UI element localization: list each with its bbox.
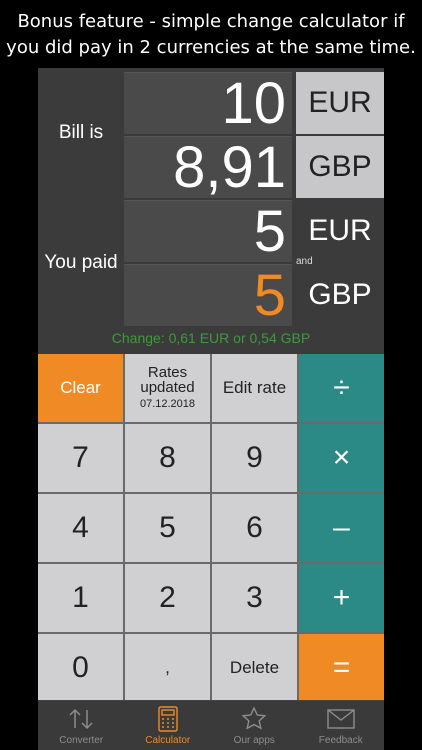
calculator-display: Bill is You paid 10 EUR 8,91 GBP 5 EUR a… (38, 68, 384, 354)
star-icon (241, 706, 267, 732)
key-2[interactable]: 2 (125, 564, 210, 632)
app-screen: Bill is You paid 10 EUR 8,91 GBP 5 EUR a… (38, 68, 384, 750)
key-4[interactable]: 4 (38, 494, 123, 562)
key-0[interactable]: 0 (38, 634, 123, 702)
paid-gbp-currency[interactable]: GBP (296, 264, 384, 326)
tab-feedback[interactable]: Feedback (298, 701, 385, 750)
key-1[interactable]: 1 (38, 564, 123, 632)
plus-button[interactable]: + (299, 564, 384, 632)
bill-gbp-value[interactable]: 8,91 (124, 136, 292, 199)
rates-date: 07.12.2018 (139, 397, 196, 410)
clear-button[interactable]: Clear (38, 354, 123, 422)
keypad: Clear Rates updated 07.12.2018 Edit rate… (38, 354, 384, 702)
tab-calculator-label: Calculator (145, 735, 191, 746)
delete-button[interactable]: Delete (212, 634, 297, 702)
bill-eur-value[interactable]: 10 (124, 72, 292, 135)
key-6[interactable]: 6 (212, 494, 297, 562)
divide-button[interactable]: ÷ (299, 354, 384, 422)
bill-gbp-currency[interactable]: GBP (296, 136, 384, 198)
calculator-icon (158, 706, 178, 732)
equals-button[interactable]: = (299, 634, 384, 702)
promo-caption: Bonus feature - simple change calculator… (6, 11, 416, 58)
rates-updated-button[interactable]: Rates updated 07.12.2018 (125, 354, 210, 422)
comma-button[interactable]: , (125, 634, 210, 702)
key-5[interactable]: 5 (125, 494, 210, 562)
arrows-updown-icon (66, 706, 96, 732)
tab-bar: Converter Calculator Our apps Feedback (38, 700, 384, 750)
edit-rate-button[interactable]: Edit rate (212, 354, 297, 422)
tab-calculator[interactable]: Calculator (125, 701, 212, 750)
tab-our-apps[interactable]: Our apps (211, 701, 298, 750)
paid-gbp-value[interactable]: 5 (124, 264, 292, 327)
paid-label: You paid (44, 252, 118, 273)
tab-our-apps-label: Our apps (233, 735, 275, 746)
key-9[interactable]: 9 (212, 424, 297, 492)
paid-eur-value[interactable]: 5 (124, 200, 292, 263)
multiply-button[interactable]: × (299, 424, 384, 492)
bill-label: Bill is (58, 122, 104, 143)
key-7[interactable]: 7 (38, 424, 123, 492)
tab-converter[interactable]: Converter (38, 701, 125, 750)
rates-updated-label: Rates updated (140, 363, 195, 396)
paid-eur-currency[interactable]: EUR (296, 200, 384, 262)
key-8[interactable]: 8 (125, 424, 210, 492)
tab-converter-label: Converter (59, 735, 104, 746)
key-3[interactable]: 3 (212, 564, 297, 632)
bill-eur-currency[interactable]: EUR (296, 72, 384, 134)
change-result: Change: 0,61 EUR or 0,54 GBP (111, 330, 311, 346)
tab-feedback-label: Feedback (318, 735, 363, 746)
envelope-icon (327, 706, 355, 732)
minus-button[interactable]: – (299, 494, 384, 562)
